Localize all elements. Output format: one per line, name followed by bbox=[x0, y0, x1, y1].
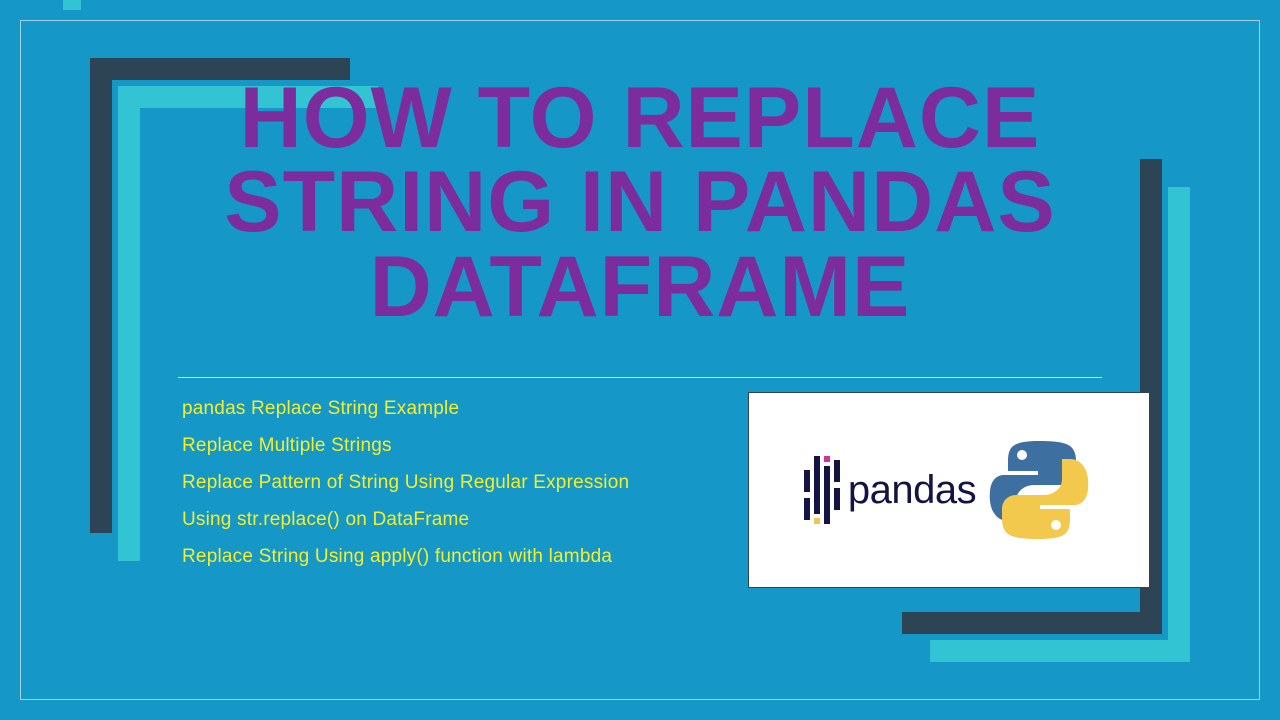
bullet-item: pandas Replace String Example bbox=[182, 398, 742, 420]
accent-stripe bbox=[63, 0, 81, 10]
bullet-list: pandas Replace String Example Replace Mu… bbox=[182, 398, 742, 583]
pandas-logo-card: pandas bbox=[748, 392, 1150, 588]
title-divider bbox=[178, 377, 1102, 378]
bullet-item: Replace Pattern of String Using Regular … bbox=[182, 472, 742, 494]
bracket-top-left-cyan bbox=[118, 86, 140, 561]
slide-title: HOW TO REPLACE STRING IN PANDAS DATAFRAM… bbox=[178, 76, 1102, 329]
pandas-logo: pandas bbox=[804, 450, 976, 530]
bracket-top-left-dark bbox=[90, 58, 112, 533]
pandas-bars-icon bbox=[804, 450, 838, 530]
bullet-item: Replace String Using apply() function wi… bbox=[182, 546, 742, 568]
bullet-item: Replace Multiple Strings bbox=[182, 435, 742, 457]
pandas-wordmark: pandas bbox=[848, 468, 976, 513]
bullet-item: Using str.replace() on DataFrame bbox=[182, 509, 742, 531]
bracket-bottom-right-cyan bbox=[930, 640, 1190, 662]
bracket-bottom-right-cyan bbox=[1168, 187, 1190, 662]
bracket-bottom-right-dark bbox=[902, 612, 1162, 634]
python-logo-icon bbox=[984, 435, 1094, 545]
